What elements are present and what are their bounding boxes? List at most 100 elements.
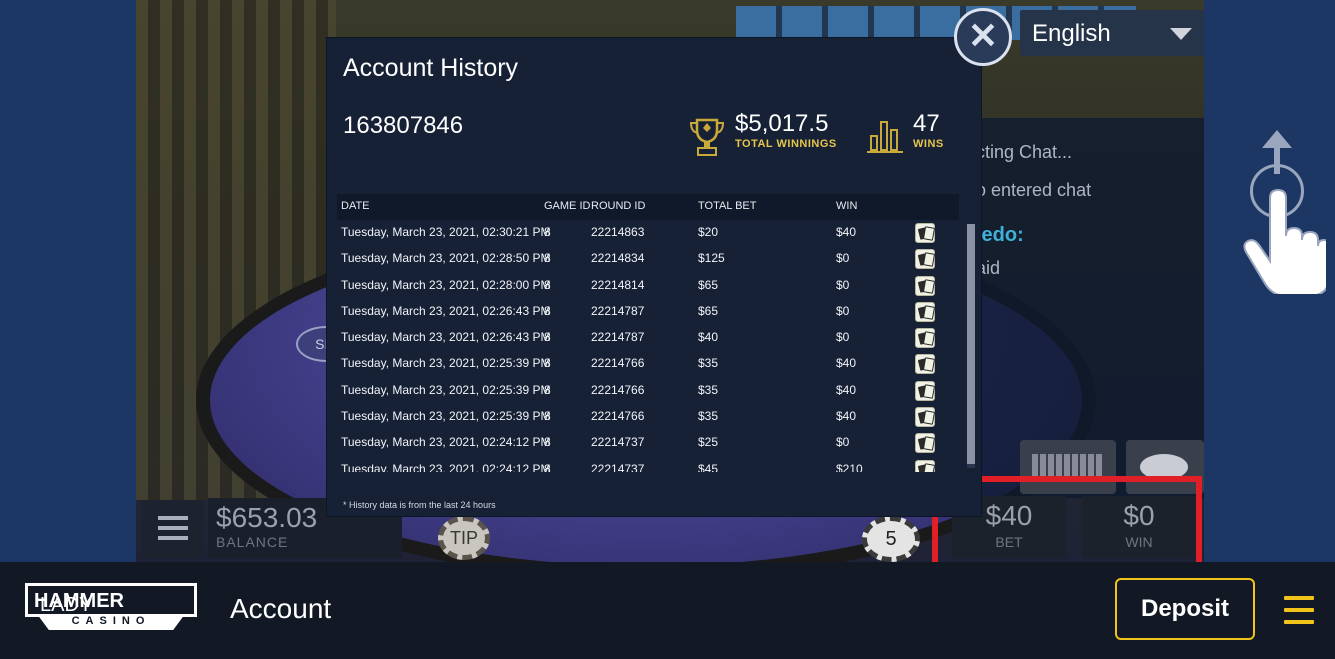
table-row: Tuesday, March 23, 2021, 02:26:43 PM 8 222… <box>337 299 965 325</box>
round-details-cards-icon[interactable] <box>915 223 935 243</box>
round-details-cards-icon[interactable] <box>915 275 935 296</box>
table-row: Tuesday, March 23, 2021, 02:24:12 PM 8 222… <box>337 430 965 456</box>
round-details-cards-icon[interactable] <box>915 249 935 270</box>
table-row: Tuesday, March 23, 2021, 02:30:21 PM 8 222… <box>337 220 965 246</box>
round-details-cards-icon[interactable] <box>915 328 935 349</box>
table-scrollbar[interactable] <box>967 224 975 468</box>
date-cell: Tuesday, March 23, 2021, 02:28:00 PM <box>341 277 551 292</box>
wins-label: WINS <box>913 138 944 150</box>
total-bet-cell: $35 <box>698 382 719 397</box>
balance-label: BALANCE <box>216 534 289 550</box>
bar-chart-icon <box>867 121 903 153</box>
chat-line: cting Chat... <box>976 142 1073 162</box>
date-cell: Tuesday, March 23, 2021, 02:30:21 PM <box>341 225 551 239</box>
round-details-cards-icon[interactable] <box>915 380 935 401</box>
round-id-cell: 22214863 <box>591 225 645 239</box>
win-cell: $0 <box>836 435 850 450</box>
round-id-cell: 22214766 <box>591 356 645 371</box>
date-cell: Tuesday, March 23, 2021, 02:25:39 PM <box>341 382 551 397</box>
total-bet-cell: $35 <box>698 409 719 424</box>
win-cell: $0 <box>836 251 850 266</box>
account-id: 163807846 <box>343 112 464 139</box>
round-details-cards-icon[interactable] <box>915 459 935 472</box>
balance-value: $653.03 <box>216 502 318 533</box>
total-bet-cell: $125 <box>698 251 725 266</box>
table-row: Tuesday, March 23, 2021, 02:25:39 PM 8 222… <box>337 404 965 430</box>
round-id-cell: 22214766 <box>591 409 645 424</box>
menu-line <box>1284 596 1314 600</box>
column-header-round-id: ROUND ID <box>591 200 646 212</box>
history-table-body[interactable]: Tuesday, March 23, 2021, 02:30:21 PM 8 222… <box>337 220 965 472</box>
trophy-icon <box>689 118 725 156</box>
total-winnings-value: $5,017.5 <box>735 110 829 137</box>
modal-title: Account History <box>343 54 519 82</box>
logo-word-light: LADY <box>40 594 93 616</box>
date-cell: Tuesday, March 23, 2021, 02:26:43 PM <box>341 330 551 345</box>
wins-value: 47 <box>913 110 940 137</box>
table-row: Tuesday, March 23, 2021, 02:25:39 PM 8 222… <box>337 378 965 404</box>
close-icon: ✕ <box>967 15 999 56</box>
game-id-cell: 8 <box>544 461 551 472</box>
game-id-cell: 8 <box>544 409 551 424</box>
tip-chip-button[interactable]: TIP <box>438 516 490 560</box>
chat-line: o entered chat <box>976 180 1092 200</box>
round-details-cards-icon[interactable] <box>915 301 935 322</box>
table-row: Tuesday, March 23, 2021, 02:25:39 PM 8 222… <box>337 351 965 377</box>
win-cell: $40 <box>836 409 857 424</box>
language-selected: English <box>1032 20 1111 47</box>
wins-stat: 47 WINS <box>913 110 944 150</box>
menu-line <box>1284 608 1314 612</box>
round-details-cards-icon[interactable] <box>915 407 935 428</box>
game-id-cell: 8 <box>544 435 551 450</box>
logo-casino: CASINO <box>71 615 151 627</box>
menu-line <box>158 516 188 520</box>
table-row: Tuesday, March 23, 2021, 02:24:12 PM 8 222… <box>337 457 965 472</box>
total-bet-cell: $20 <box>698 225 719 239</box>
game-menu-button[interactable] <box>142 500 204 558</box>
history-table-header: DATE GAME ID ROUND ID TOTAL BET WIN <box>337 194 959 220</box>
table-row: Tuesday, March 23, 2021, 02:28:50 PM 8 222… <box>337 246 965 272</box>
game-id-cell: 8 <box>544 303 551 318</box>
game-id-cell: 8 <box>544 382 551 397</box>
scrollbar-thumb[interactable] <box>967 224 975 464</box>
win-cell: $0 <box>836 277 850 292</box>
menu-line <box>158 526 188 530</box>
total-bet-cell: $25 <box>698 435 719 450</box>
chat-username: ledo: <box>976 224 1024 246</box>
menu-line <box>1284 620 1314 624</box>
date-cell: Tuesday, March 23, 2021, 02:25:39 PM <box>341 356 551 371</box>
round-id-cell: 22214834 <box>591 251 645 266</box>
round-id-cell: 22214737 <box>591 461 645 472</box>
hamburger-menu-icon[interactable] <box>1284 596 1314 624</box>
deposit-button[interactable]: Deposit <box>1115 578 1255 640</box>
lady-hammer-logo[interactable]: LADY HAMMER CASINO <box>25 583 197 635</box>
round-id-cell: 22214787 <box>591 303 645 318</box>
menu-line <box>158 536 188 540</box>
swipe-up-hint <box>1238 128 1330 298</box>
win-cell: $0 <box>836 330 850 345</box>
total-bet-cell: $35 <box>698 356 719 371</box>
close-modal-button[interactable]: ✕ <box>954 8 1012 66</box>
page: SIT cting Chat... o entered chat ledo: a… <box>0 0 1335 659</box>
round-id-cell: 22214766 <box>591 382 645 397</box>
total-winnings-label: TOTAL WINNINGS <box>735 138 837 150</box>
win-cell: $40 <box>836 382 857 397</box>
round-details-cards-icon[interactable] <box>915 354 935 375</box>
win-cell: $0 <box>836 303 850 318</box>
chip-selector[interactable]: 5 <box>862 516 920 562</box>
game-id-cell: 8 <box>544 330 551 345</box>
language-select[interactable]: English <box>1020 10 1204 56</box>
account-history-modal: Account History 163807846 $5,017.5 TOTAL… <box>327 38 981 516</box>
round-id-cell: 22214737 <box>591 435 645 450</box>
total-bet-cell: $40 <box>698 330 719 345</box>
round-details-cards-icon[interactable] <box>915 433 935 454</box>
date-cell: Tuesday, March 23, 2021, 02:24:12 PM <box>341 435 551 450</box>
table-row: Tuesday, March 23, 2021, 02:28:00 PM 8 222… <box>337 273 965 299</box>
logo-top: LADY HAMMER <box>25 583 197 617</box>
logo-bottom: CASINO <box>37 614 185 630</box>
hand-pointer-icon <box>1243 188 1326 294</box>
round-id-cell: 22214787 <box>591 330 645 345</box>
logo-wordmark: LADY HAMMER <box>34 590 124 616</box>
win-cell: $40 <box>836 356 857 371</box>
date-cell: Tuesday, March 23, 2021, 02:25:39 PM <box>341 409 551 424</box>
